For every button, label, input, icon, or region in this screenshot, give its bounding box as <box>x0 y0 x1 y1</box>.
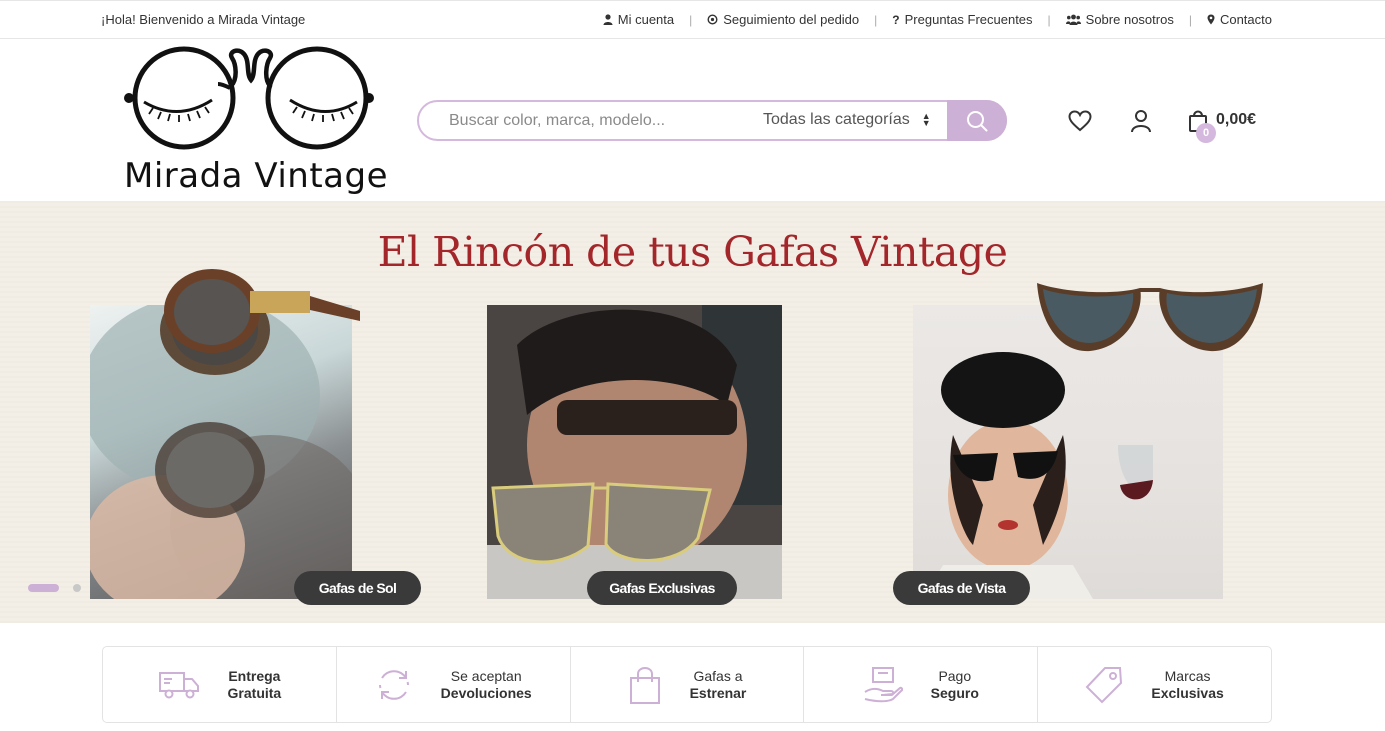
carousel-dot-active[interactable] <box>28 584 59 592</box>
sort-arrows-icon: ▲ ▼ <box>921 111 931 128</box>
search-button[interactable] <box>947 100 1007 141</box>
account-user-icon[interactable] <box>1128 108 1154 134</box>
feature-new-glasses: Gafas a Estrenar <box>571 647 805 722</box>
search-input[interactable] <box>449 110 749 132</box>
feature-exclusive-brands: Marcas Exclusivas <box>1038 647 1271 722</box>
feature-text: Se aceptan Devoluciones <box>441 668 532 702</box>
feature-line2: Gratuita <box>227 684 282 701</box>
divider: | <box>1047 12 1051 27</box>
slide-tag-prescription[interactable]: Gafas de Vista <box>893 571 1030 605</box>
feature-line2: Exclusivas <box>1151 684 1224 701</box>
search-icon <box>967 110 988 131</box>
my-account-label: Mi cuenta <box>617 12 675 27</box>
price-tag-icon <box>1085 666 1123 703</box>
contact-link[interactable]: Contacto <box>1207 12 1272 27</box>
carousel-dot[interactable] <box>73 584 81 592</box>
feature-line1: Se aceptan <box>450 667 522 684</box>
feature-line1: Marcas <box>1164 667 1211 684</box>
tortoise-sunglasses-decoration <box>164 269 360 353</box>
shopping-bag-icon <box>629 666 660 704</box>
gold-sunglasses-decoration <box>491 482 712 564</box>
group-icon <box>1065 14 1081 25</box>
my-account-link[interactable]: Mi cuenta <box>603 12 674 27</box>
cart-total[interactable]: 0,00€ <box>1216 111 1256 129</box>
question-icon: ? <box>892 12 900 27</box>
secure-payment-icon <box>864 666 903 702</box>
divider: | <box>1188 12 1192 27</box>
feature-text: Pago Seguro <box>931 668 979 702</box>
search-bar: Todas las categorías ▲▼ <box>417 100 1007 141</box>
feature-returns: Se aceptan Devoluciones <box>337 647 571 722</box>
feature-line1: Gafas a <box>693 667 743 684</box>
divider: | <box>689 12 693 27</box>
feature-text: Marcas Exclusivas <box>1151 668 1223 702</box>
feature-line1: Entrega <box>228 667 281 684</box>
order-tracking-label: Seguimiento del pedido <box>723 12 860 27</box>
feature-free-delivery: Entrega Gratuita <box>103 647 337 722</box>
delivery-truck-icon <box>158 671 199 698</box>
cat-eye-sunglasses-decoration <box>1037 283 1263 352</box>
faq-link[interactable]: ? Preguntas Frecuentes <box>892 12 1032 27</box>
returns-icon <box>378 669 409 700</box>
target-icon <box>707 14 718 25</box>
contact-label: Contacto <box>1219 12 1272 27</box>
order-tracking-link[interactable]: Seguimiento del pedido <box>707 12 859 27</box>
slide-tag-exclusive[interactable]: Gafas Exclusivas <box>587 571 737 605</box>
faq-label: Preguntas Frecuentes <box>904 12 1033 27</box>
feature-text: Entrega Gratuita <box>228 668 282 702</box>
slide-tag-sunglasses[interactable]: Gafas de Sol <box>294 571 421 605</box>
feature-line2: Seguro <box>930 684 979 701</box>
feature-secure-payment: Pago Seguro <box>804 647 1039 722</box>
about-us-label: Sobre nosotros <box>1085 12 1174 27</box>
top-bar: ¡Hola! Bienvenido a Mirada Vintage Mi cu… <box>0 0 1385 39</box>
feature-line2: Estrenar <box>689 684 747 701</box>
wishlist-heart-icon[interactable] <box>1067 108 1093 134</box>
cart-count-badge: 0 <box>1196 123 1216 143</box>
divider: | <box>874 12 878 27</box>
about-us-link[interactable]: Sobre nosotros <box>1065 12 1174 27</box>
user-icon <box>603 14 613 25</box>
category-selected-label: Todas las categorías <box>763 111 910 128</box>
feature-text: Gafas a Estrenar <box>690 668 747 702</box>
feature-line1: Pago <box>938 667 972 684</box>
features-bar: Entrega Gratuita Se aceptan Devoluciones… <box>102 646 1272 723</box>
feature-line2: Devoluciones <box>440 684 532 701</box>
hero-banner: El Rincón de tus Gafas Vintage Gafas de … <box>0 201 1385 623</box>
category-select[interactable]: Todas las categorías ▲ ▼ <box>763 111 931 129</box>
top-links: Mi cuenta | Seguimiento del pedido | ? P… <box>603 12 1272 27</box>
welcome-message: ¡Hola! Bienvenido a Mirada Vintage <box>101 12 306 27</box>
logo-text[interactable]: Mirada Vintage <box>124 156 388 196</box>
map-pin-icon <box>1207 14 1215 25</box>
